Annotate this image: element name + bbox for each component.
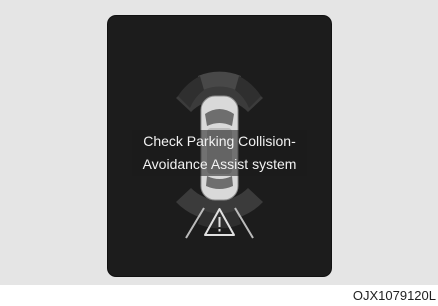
warning-message-line2: Avoidance Assist system <box>142 156 297 172</box>
warning-message: Check Parking Collision- Avoidance Assis… <box>132 130 307 176</box>
warning-message-line1: Check Parking Collision- <box>143 133 296 149</box>
figure-code: OJX1079120L <box>352 288 436 303</box>
cluster-display: Check Parking Collision- Avoidance Assis… <box>108 16 331 276</box>
